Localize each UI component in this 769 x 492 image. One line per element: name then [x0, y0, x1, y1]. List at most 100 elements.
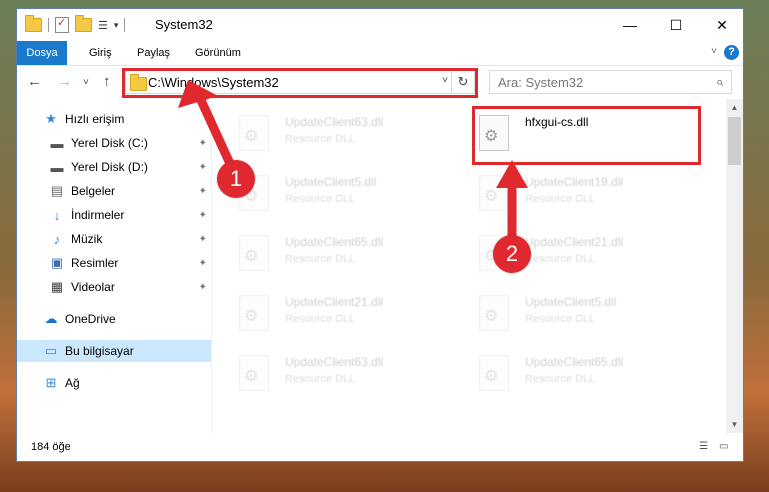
- title-bar: ☰ ▾ System32 — ☐ ✕: [17, 9, 743, 41]
- file-name: UpdateClient63.dll: [285, 355, 384, 369]
- minimize-button[interactable]: —: [607, 9, 653, 41]
- new-folder-icon[interactable]: [75, 15, 92, 32]
- back-button[interactable]: ←: [27, 73, 42, 90]
- file-type: Resource DLL: [285, 313, 356, 325]
- sidebar-item-label: Videolar: [71, 280, 115, 294]
- scroll-down-icon[interactable]: ▼: [726, 420, 743, 429]
- file-name: UpdateClient65.dll: [525, 355, 624, 369]
- tab-file[interactable]: Dosya: [17, 41, 67, 65]
- drive-icon: ▬: [50, 135, 64, 151]
- documents-icon: ▤: [50, 183, 64, 198]
- file-name: UpdateClient63.dll: [285, 115, 384, 129]
- close-button[interactable]: ✕: [699, 9, 743, 41]
- pin-icon[interactable]: ✦: [199, 162, 207, 173]
- file-item[interactable]: UpdateClient19.dll Resource DLL: [453, 163, 683, 221]
- sidebar-item-local-disk-d[interactable]: ▬ Yerel Disk (D:) ✦: [17, 156, 211, 178]
- network-icon: ⊞: [45, 375, 57, 390]
- dll-file-icon: [479, 295, 509, 331]
- up-button[interactable]: ↑: [103, 73, 111, 90]
- sidebar-item-downloads[interactable]: ↓ İndirmeler ✦: [17, 204, 211, 226]
- status-bar: 184 öğe ☰ ▭: [17, 433, 743, 461]
- dll-file-icon: [239, 115, 269, 151]
- dll-file-icon: [479, 175, 509, 211]
- drive-icon: ▬: [50, 159, 64, 175]
- sidebar-item-this-pc[interactable]: ▭ Bu bilgisayar: [17, 340, 211, 362]
- file-type: Resource DLL: [525, 313, 596, 325]
- pin-icon[interactable]: ✦: [199, 138, 207, 149]
- file-name: UpdateClient5.dll: [525, 295, 617, 309]
- address-highlight-box: [122, 68, 478, 98]
- dll-file-icon: [239, 295, 269, 331]
- file-type: Resource DLL: [525, 373, 596, 385]
- maximize-button[interactable]: ☐: [653, 9, 699, 41]
- file-type: Resource DLL: [285, 373, 356, 385]
- window-title: System32: [155, 17, 213, 32]
- sidebar-item-local-disk-c[interactable]: ▬ Yerel Disk (C:) ✦: [17, 132, 211, 154]
- sidebar-item-label: OneDrive: [65, 312, 116, 326]
- sidebar-item-label: Resimler: [71, 256, 119, 270]
- scroll-up-icon[interactable]: ▲: [726, 103, 743, 112]
- star-icon: ★: [45, 111, 57, 126]
- computer-icon: ▭: [44, 343, 58, 358]
- recent-locations-button[interactable]: ˅: [83, 77, 89, 88]
- pin-icon[interactable]: ✦: [199, 186, 207, 197]
- file-type: Resource DLL: [285, 133, 356, 145]
- sidebar-item-pictures[interactable]: ▣ Resimler ✦: [17, 252, 211, 274]
- scrollbar-thumb[interactable]: [728, 117, 741, 165]
- toolbar-divider: [124, 18, 126, 32]
- sidebar-item-music[interactable]: ♪ Müzik ✦: [17, 228, 211, 250]
- pictures-icon: ▣: [50, 255, 64, 270]
- file-item[interactable]: UpdateClient65.dll Resource DLL: [213, 223, 443, 281]
- sidebar-item-label: Hızlı erişim: [65, 112, 125, 126]
- file-type: Resource DLL: [525, 193, 596, 205]
- customize-toolbar-icon[interactable]: ☰: [98, 19, 108, 32]
- properties-icon[interactable]: [55, 16, 69, 33]
- sidebar-item-network[interactable]: ⊞ Ağ: [17, 372, 211, 394]
- pin-icon[interactable]: ✦: [199, 210, 207, 221]
- music-icon: ♪: [53, 231, 61, 247]
- tab-view[interactable]: Görünüm: [195, 41, 241, 65]
- sidebar-item-label: Müzik: [71, 232, 103, 246]
- cloud-icon: ☁: [44, 311, 58, 326]
- expand-ribbon-icon[interactable]: ˅: [711, 46, 717, 57]
- details-view-icon[interactable]: ☰: [699, 441, 713, 452]
- pin-icon[interactable]: ✦: [199, 234, 207, 245]
- dll-file-icon: [239, 355, 269, 391]
- file-name: UpdateClient21.dll: [285, 295, 384, 309]
- sidebar-item-quick-access[interactable]: ★ Hızlı erişim: [17, 108, 211, 130]
- sidebar-item-documents[interactable]: ▤ Belgeler ✦: [17, 180, 211, 202]
- step-1-badge: 1: [217, 160, 255, 198]
- file-item[interactable]: UpdateClient21.dll Resource DLL: [213, 283, 443, 341]
- search-box[interactable]: Ara: System32 ⌕: [489, 70, 732, 94]
- sidebar-item-onedrive[interactable]: ☁ OneDrive: [17, 308, 211, 330]
- file-item[interactable]: UpdateClient21.dll Resource DLL: [453, 223, 683, 281]
- pin-icon[interactable]: ✦: [199, 258, 207, 269]
- file-type: Resource DLL: [525, 253, 596, 265]
- tab-share[interactable]: Paylaş: [137, 41, 170, 65]
- pin-icon[interactable]: ✦: [199, 282, 207, 293]
- vertical-scrollbar[interactable]: ▲ ▼: [726, 99, 743, 433]
- videos-icon: ▦: [50, 279, 64, 294]
- chevron-down-icon[interactable]: ▾: [114, 20, 119, 31]
- forward-button[interactable]: →: [57, 73, 72, 90]
- quick-access-toolbar: ☰ ▾: [25, 15, 126, 33]
- tab-home[interactable]: Giriş: [89, 41, 112, 65]
- file-type: Resource DLL: [285, 253, 356, 265]
- sidebar-item-label: Yerel Disk (C:): [71, 136, 148, 150]
- file-item[interactable]: UpdateClient63.dll Resource DLL: [213, 103, 443, 161]
- dll-file-icon: [479, 355, 509, 391]
- file-item[interactable]: UpdateClient65.dll Resource DLL: [453, 343, 683, 401]
- file-item[interactable]: UpdateClient5.dll Resource DLL: [453, 283, 683, 341]
- download-icon: ↓: [53, 207, 61, 223]
- search-icon[interactable]: ⌕: [716, 74, 723, 90]
- sidebar-item-label: İndirmeler: [71, 208, 125, 222]
- sidebar-item-label: Bu bilgisayar: [65, 344, 134, 358]
- help-icon[interactable]: ?: [724, 45, 739, 60]
- large-icons-view-icon[interactable]: ▭: [719, 441, 733, 452]
- search-input[interactable]: Ara: System32: [498, 75, 583, 90]
- folder-icon[interactable]: [25, 15, 42, 32]
- sidebar-item-videos[interactable]: ▦ Videolar ✦: [17, 276, 211, 298]
- file-item[interactable]: UpdateClient63.dll Resource DLL: [213, 343, 443, 401]
- item-count: 184 öğe: [31, 441, 71, 453]
- file-name: UpdateClient19.dll: [525, 175, 624, 189]
